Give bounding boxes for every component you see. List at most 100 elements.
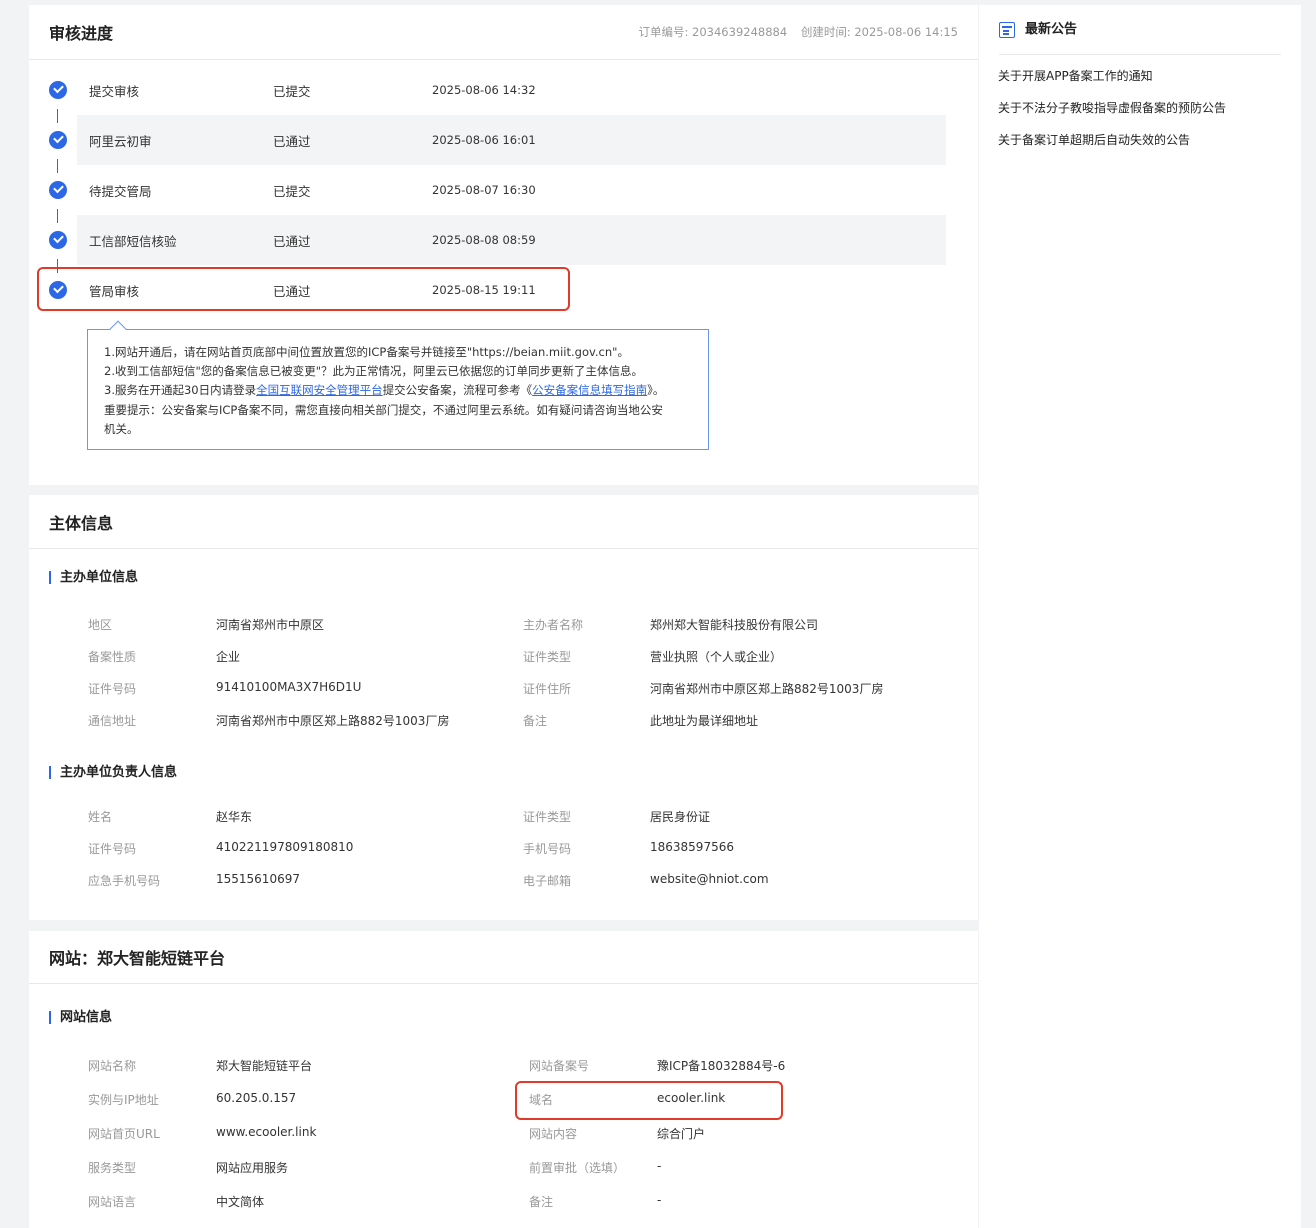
field-value: 居民身份证 [650, 810, 711, 824]
website-header: 网站：郑大智能短链平台 [29, 931, 978, 984]
guide-link[interactable]: 公安备案信息填写指南 [532, 383, 647, 397]
field-value: 郑大智能短链平台 [216, 1059, 313, 1073]
field-label: 电子邮箱 [523, 874, 572, 888]
field-value: - [657, 1159, 662, 1173]
announcement-item[interactable]: 关于开展APP备案工作的通知 [998, 67, 1153, 84]
field-value: 60.205.0.157 [216, 1091, 297, 1105]
subject-title: 主体信息 [49, 513, 114, 533]
field-value: 河南省郑州市中原区郑上路882号1003厂房 [216, 714, 450, 728]
field-label: 前置审批（选填） [529, 1161, 626, 1175]
tip-text: 3.服务在开通起30日内请登录 [104, 383, 257, 398]
step-time: 2025-08-06 16:01 [432, 133, 536, 147]
field-label: 证件住所 [523, 682, 572, 696]
step-name: 提交审核 [89, 83, 140, 99]
subject-header: 主体信息 [29, 495, 978, 549]
field-label: 网站内容 [529, 1127, 578, 1141]
field-label: 姓名 [88, 810, 113, 824]
field-value: 综合门户 [657, 1127, 706, 1141]
step-status: 已提交 [273, 83, 311, 99]
highlight-box-domain [515, 1081, 783, 1120]
field-label: 网站备案号 [529, 1059, 590, 1073]
step-row: 阿里云初审 已通过 2025-08-06 16:01 [77, 115, 946, 165]
step-time: 2025-08-08 08:59 [432, 233, 536, 247]
step-status: 已提交 [273, 183, 311, 199]
field-value: 410221197809180810 [216, 840, 354, 854]
field-label: 备注 [523, 714, 548, 728]
tip-line: 机关。 [104, 421, 139, 436]
website-section-title: 网站信息 [49, 1011, 112, 1024]
order-meta: 订单编号: 2034639248884 创建时间: 2025-08-06 14:… [639, 24, 958, 40]
field-value: 此地址为最详细地址 [650, 714, 759, 728]
field-label: 应急手机号码 [88, 874, 161, 888]
org-section-title: 主办单位信息 [49, 571, 138, 584]
field-label: 实例与IP地址 [88, 1093, 159, 1107]
step-name: 阿里云初审 [89, 133, 152, 149]
check-icon [49, 231, 67, 249]
step-row: 工信部短信核验 已通过 2025-08-08 08:59 [77, 215, 946, 265]
calendar-icon [999, 22, 1015, 38]
field-value: 河南省郑州市中原区 [216, 618, 325, 632]
field-label: 证件类型 [523, 810, 572, 824]
tip-line: 3.服务在开通起30日内请登录全国互联网安全管理平台提交公安备案，流程可参考《公… [104, 381, 692, 400]
step-row: 待提交管局 已提交 2025-08-07 16:30 [77, 165, 946, 215]
check-icon [49, 181, 67, 199]
field-value: 豫ICP备18032884号-6 [657, 1059, 786, 1073]
notice-tip: 1.网站开通后，请在网站首页底部中间位置放置您的ICP备案号并链接至"https… [87, 329, 709, 450]
field-value: www.ecooler.link [216, 1125, 317, 1139]
step-name: 工信部短信核验 [89, 233, 177, 249]
tip-text: 》。 [647, 383, 665, 398]
website-info-card: 网站：郑大智能短链平台 网站信息 网站名称 郑大智能短链平台 网站备案号 豫IC… [29, 931, 978, 1228]
step-name: 待提交管局 [89, 183, 152, 199]
step-row: 提交审核 已提交 2025-08-06 14:32 [77, 65, 946, 115]
step-time: 2025-08-06 14:32 [432, 83, 536, 97]
field-label: 证件号码 [88, 682, 137, 696]
field-label: 服务类型 [88, 1161, 137, 1175]
security-platform-link[interactable]: 全国互联网安全管理平台 [256, 383, 383, 397]
highlight-box-step [37, 267, 570, 311]
field-value: 91410100MA3X7H6D1U [216, 680, 362, 694]
field-label: 备案性质 [88, 650, 137, 664]
person-section-title: 主办单位负责人信息 [49, 766, 177, 779]
announcement-item[interactable]: 关于备案订单超期后自动失效的公告 [998, 131, 1190, 148]
field-label: 备注 [529, 1195, 554, 1209]
field-value: 网站应用服务 [216, 1161, 289, 1175]
announcement-item[interactable]: 关于不法分子教唆指导虚假备案的预防公告 [998, 99, 1226, 116]
field-label: 手机号码 [523, 842, 572, 856]
field-value: 郑州郑大智能科技股份有限公司 [650, 618, 819, 632]
subject-info-card: 主体信息 主办单位信息 地区 河南省郑州市中原区 主办者名称 郑州郑大智能科技股… [29, 495, 978, 920]
field-value: 18638597566 [650, 840, 734, 854]
field-label: 主办者名称 [523, 618, 584, 632]
field-value: 企业 [216, 650, 241, 664]
field-value: - [657, 1193, 662, 1207]
website-title: 网站：郑大智能短链平台 [49, 949, 226, 968]
progress-title: 审核进度 [49, 24, 114, 43]
order-number: 订单编号: 2034639248884 [638, 25, 788, 39]
progress-header: 审核进度 订单编号: 2034639248884 创建时间: 2025-08-0… [29, 5, 978, 60]
created-time: 创建时间: 2025-08-06 14:15 [800, 25, 958, 39]
tip-text: 提交公安备案，流程可参考《 [382, 383, 533, 398]
tip-line: 重要提示：公安备案与ICP备案不同，需您直接向相关部门提交，不通过阿里云系统。如… [104, 402, 663, 417]
step-time: 2025-08-07 16:30 [432, 183, 536, 197]
review-progress-card: 审核进度 订单编号: 2034639248884 创建时间: 2025-08-0… [29, 5, 978, 485]
field-value: 赵华东 [216, 810, 253, 824]
field-label: 网站语言 [88, 1195, 137, 1209]
check-icon [49, 81, 67, 99]
tip-line: 1.网站开通后，请在网站首页底部中间位置放置您的ICP备案号并链接至"https… [104, 345, 629, 359]
announcement-sidebar: 最新公告 关于开展APP备案工作的通知 关于不法分子教唆指导虚假备案的预防公告 … [979, 5, 1301, 1228]
field-value: website@hniot.com [650, 872, 769, 886]
field-label: 证件类型 [523, 650, 572, 664]
tip-line: 2.收到工信部短信"您的备案信息已被变更"？此为正常情况，阿里云已依据您的订单同… [104, 364, 644, 379]
step-connector [57, 109, 58, 123]
step-status: 已通过 [273, 133, 311, 149]
field-label: 通信地址 [88, 714, 137, 728]
field-value: 营业执照（个人或企业） [650, 650, 783, 664]
step-status: 已通过 [273, 233, 311, 249]
field-value: 中文简体 [216, 1195, 265, 1209]
field-value: 15515610697 [216, 872, 300, 886]
announcement-header: 最新公告 [999, 21, 1281, 55]
announcement-title: 最新公告 [1025, 22, 1078, 37]
field-label: 地区 [88, 618, 113, 632]
step-connector [57, 159, 58, 173]
field-value: 河南省郑州市中原区郑上路882号1003厂房 [650, 682, 884, 696]
field-label: 网站首页URL [88, 1127, 160, 1141]
